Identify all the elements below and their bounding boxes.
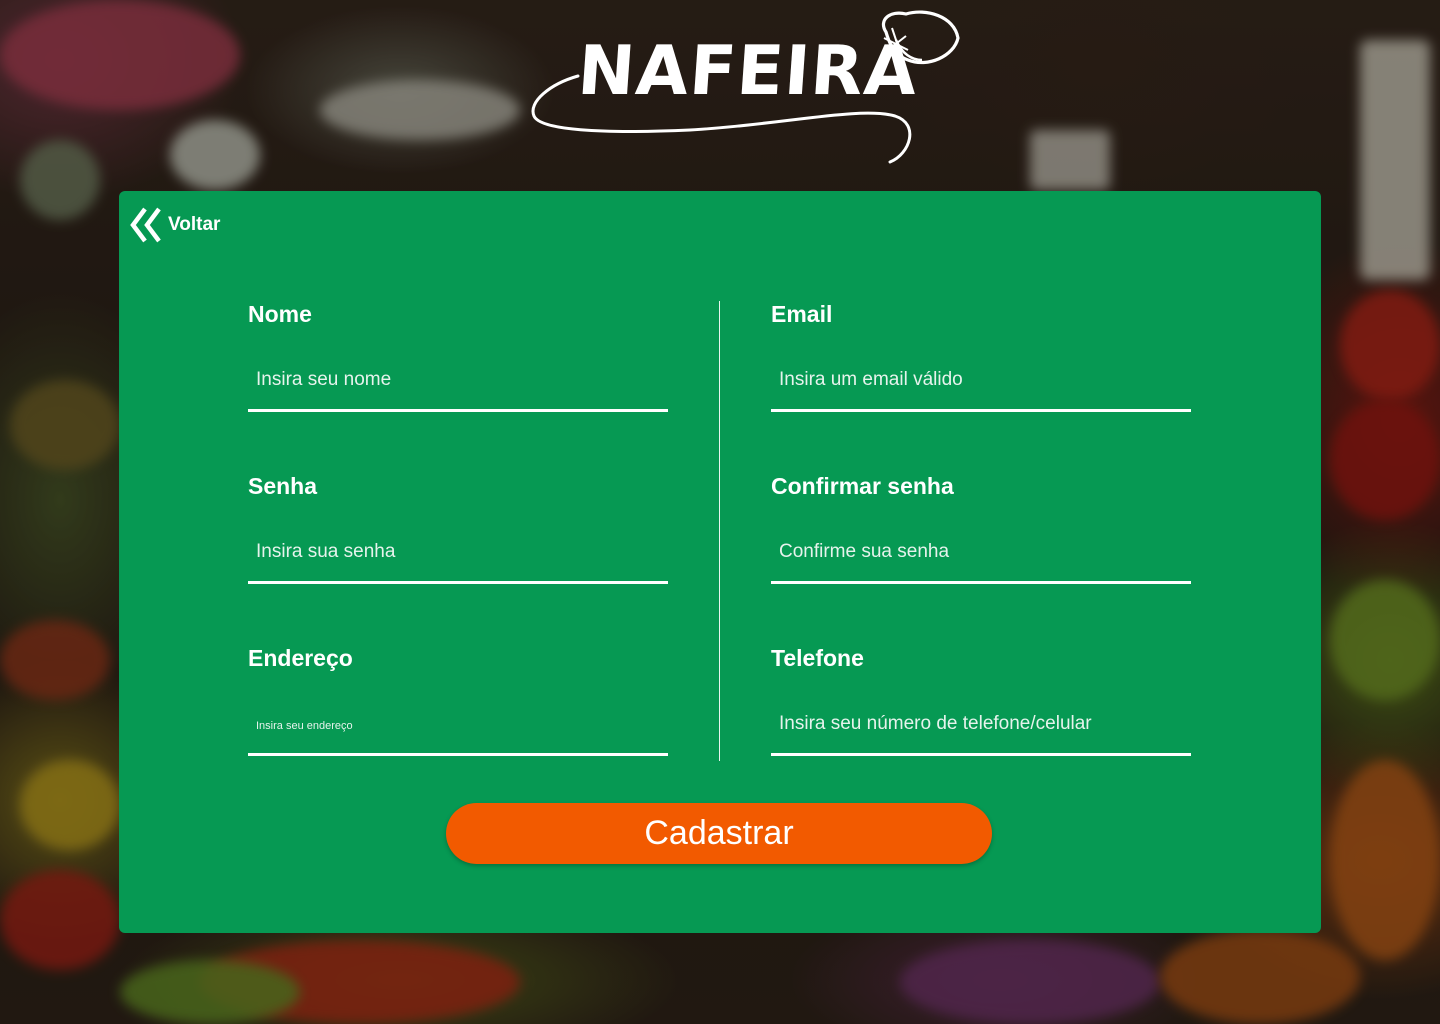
address-label: Endereço	[248, 645, 353, 671]
column-divider	[719, 301, 720, 761]
phone-field-group: Telefone	[771, 645, 1191, 756]
confirm-password-field-group: Confirmar senha	[771, 473, 1191, 584]
password-input[interactable]	[248, 522, 668, 584]
name-input[interactable]	[248, 350, 668, 412]
confirm-password-input[interactable]	[771, 522, 1191, 584]
address-input[interactable]	[248, 694, 668, 756]
email-input[interactable]	[771, 350, 1191, 412]
email-field-group: Email	[771, 301, 1191, 412]
address-field-group: Endereço	[248, 645, 668, 756]
name-field-group: Nome	[248, 301, 668, 412]
double-chevron-left-icon	[130, 207, 161, 243]
phone-input[interactable]	[771, 694, 1191, 756]
phone-label: Telefone	[771, 645, 864, 671]
email-label: Email	[771, 301, 833, 327]
brand-logo: NAFEIRA	[530, 4, 970, 174]
confirm-password-label: Confirmar senha	[771, 473, 954, 499]
signup-card: Voltar Nome Senha Endereço Email Confirm…	[119, 191, 1321, 933]
name-label: Nome	[248, 301, 312, 327]
brand-name: NAFEIRA	[575, 32, 921, 111]
back-label: Voltar	[168, 214, 221, 235]
back-button[interactable]: Voltar	[129, 205, 220, 245]
submit-button[interactable]: Cadastrar	[446, 803, 992, 864]
password-label: Senha	[248, 473, 318, 499]
password-field-group: Senha	[248, 473, 668, 584]
